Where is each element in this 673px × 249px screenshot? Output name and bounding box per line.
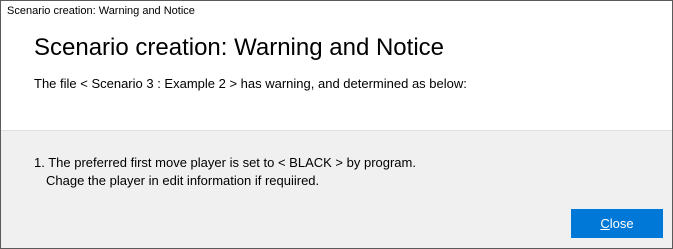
notice-line-2-text: Chage the player in edit information if … [46, 173, 320, 188]
dialog-subtitle: The file < Scenario 3 : Example 2 > has … [34, 76, 467, 91]
dialog-heading: Scenario creation: Warning and Notice [34, 34, 444, 61]
window-title: Scenario creation: Warning and Notice [7, 5, 195, 17]
notice-line-1: 1. The preferred first move player is se… [34, 155, 416, 170]
title-bar[interactable]: Scenario creation: Warning and Notice [1, 1, 672, 25]
close-button-mnemonic: C [600, 216, 610, 231]
notice-line-2: Chage the player in edit information if … [46, 173, 319, 188]
close-button-label: lose [609, 216, 634, 231]
dialog-window: Scenario creation: Warning and Notice Sc… [0, 0, 673, 249]
close-button[interactable]: Close [571, 209, 663, 238]
